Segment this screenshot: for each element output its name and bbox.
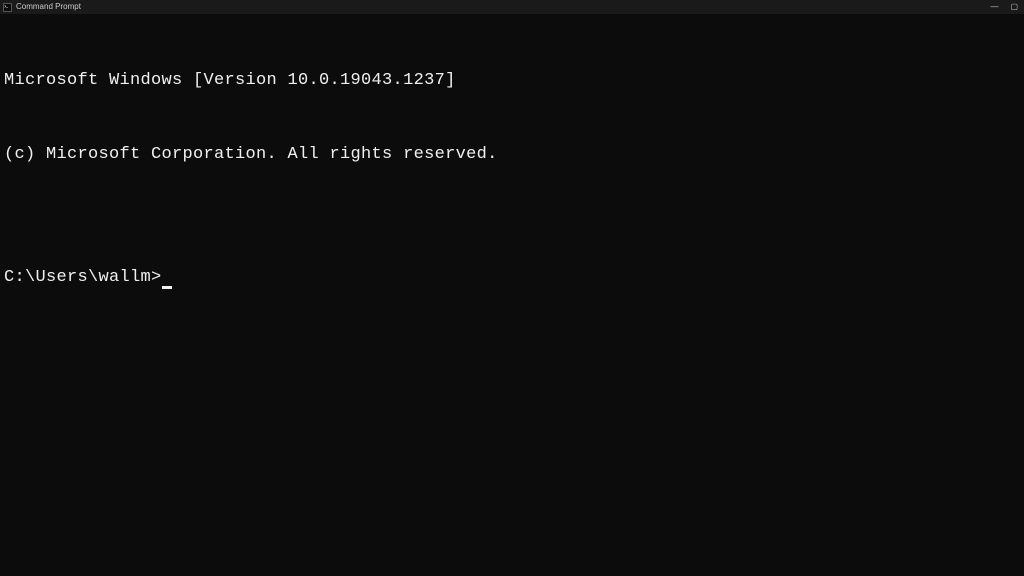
prompt-row: C:\Users\wallm> xyxy=(4,266,1020,291)
command-prompt-icon xyxy=(2,2,12,12)
cursor xyxy=(162,286,172,289)
maximize-button[interactable]: ▢ xyxy=(1008,0,1020,14)
title-bar-left: Command Prompt xyxy=(2,0,81,14)
version-line: Microsoft Windows [Version 10.0.19043.12… xyxy=(4,69,1020,94)
minimize-button[interactable]: — xyxy=(988,0,1000,14)
copyright-line: (c) Microsoft Corporation. All rights re… xyxy=(4,143,1020,168)
prompt-text: C:\Users\wallm> xyxy=(4,266,162,291)
terminal-output[interactable]: Microsoft Windows [Version 10.0.19043.12… xyxy=(0,14,1024,576)
title-bar: Command Prompt — ▢ xyxy=(0,0,1024,14)
window-title: Command Prompt xyxy=(16,0,81,14)
window-controls: — ▢ xyxy=(988,0,1022,14)
